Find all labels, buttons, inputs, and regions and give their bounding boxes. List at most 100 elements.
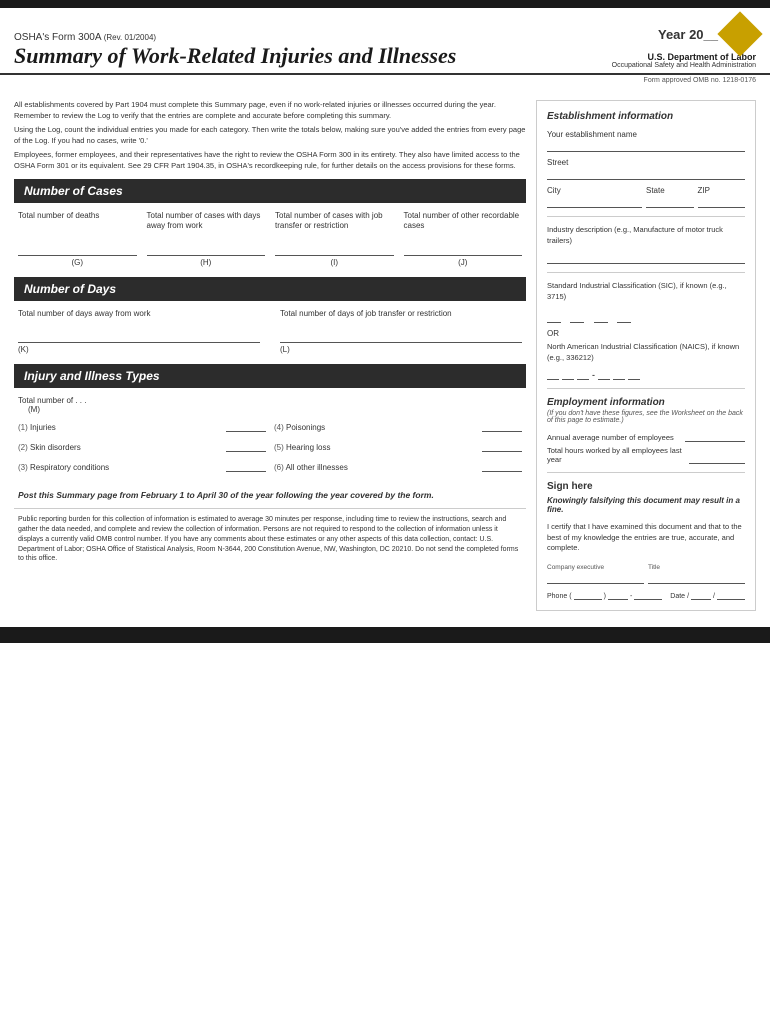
cases-col-days: Total number of cases with days away fro… [147, 211, 266, 232]
injury-label-3: (3) Respiratory conditions [18, 463, 226, 472]
days-code-k: (K) [18, 345, 260, 354]
injury-input-5[interactable] [482, 438, 522, 452]
form-id: OSHA's Form 300A [14, 32, 101, 43]
cases-lines [14, 240, 526, 256]
omb-number: Form approved OMB no. 1218-0176 [0, 77, 770, 84]
sign-phone-prefix[interactable] [608, 588, 628, 600]
bottom-bar [0, 627, 770, 643]
employ-title: Employment information [547, 397, 745, 408]
cases-section-header: Number of Cases [14, 179, 526, 203]
sign-phone-date-row: Phone ( ) - Date / / [547, 588, 745, 600]
injury-item-4: (4) Poisonings [274, 418, 522, 432]
sign-date-year[interactable] [717, 588, 745, 600]
avg-employees-label: Annual average number of employees [547, 433, 674, 442]
avg-employees-row: Annual average number of employees [547, 430, 745, 442]
sign-title-label: Title [648, 564, 745, 571]
cases-input-i[interactable] [275, 240, 394, 256]
intro-para1: All establishments covered by Part 1904 … [14, 100, 526, 121]
cases-codes: (G) (H) (I) (J) [14, 258, 526, 267]
or-text: OR [547, 329, 745, 338]
estab-zip-label: ZIP [698, 186, 746, 195]
total-hours-label: Total hours worked by all employees last… [547, 446, 689, 464]
establishment-info: Establishment information Your establish… [547, 111, 745, 380]
intro-para3: Employees, former employees, and their r… [14, 150, 526, 171]
sign-date-month[interactable] [691, 588, 711, 600]
estab-state-label: State [646, 186, 694, 195]
number-of-days-section: Number of Days Total number of days away… [14, 277, 526, 354]
injury-right-col: (4) Poisonings (5) Hearing loss (6) All … [274, 418, 522, 478]
injury-item-5: (5) Hearing loss [274, 438, 522, 452]
estab-state-input[interactable] [646, 196, 694, 208]
injury-input-1[interactable] [226, 418, 266, 432]
sign-date-label: Date [670, 593, 685, 600]
injury-label-5: (5) Hearing loss [274, 443, 482, 452]
sign-here-section: Sign here Knowingly falsifying this docu… [547, 481, 745, 600]
injury-item-3: (3) Respiratory conditions [18, 458, 266, 472]
injury-input-4[interactable] [482, 418, 522, 432]
employment-info: Employment information (If you don't hav… [547, 397, 745, 464]
injury-input-6[interactable] [482, 458, 522, 472]
cases-input-g[interactable] [18, 240, 137, 256]
dept-info: U.S. Department of Labor Occupational Sa… [612, 52, 756, 69]
sign-phone-area[interactable] [574, 588, 602, 600]
injury-input-2[interactable] [226, 438, 266, 452]
days-col-away: Total number of days away from work [18, 309, 260, 319]
avg-employees-input[interactable] [685, 430, 745, 442]
sign-phone-number[interactable] [634, 588, 662, 600]
injury-grid: (1) Injuries (2) Skin disorders (3) Resp… [14, 418, 526, 478]
sign-exec-input[interactable] [547, 572, 644, 584]
estab-title: Establishment information [547, 111, 745, 122]
injury-label-2: (2) Skin disorders [18, 443, 226, 452]
days-col-transfer: Total number of days of job transfer or … [280, 309, 522, 319]
estab-name-input[interactable] [547, 140, 745, 152]
estab-city-label: City [547, 186, 642, 195]
form-name: OSHA's Form 300A (Rev. 01/2004) [14, 32, 456, 43]
cases-code-g: (G) [18, 258, 137, 267]
days-lines [14, 327, 526, 343]
cases-input-h[interactable] [147, 240, 266, 256]
divider-4 [547, 472, 745, 473]
days-input-k[interactable] [18, 327, 260, 343]
cases-col-other: Total number of other recordable cases [404, 211, 523, 232]
cases-code-i: (I) [275, 258, 394, 267]
cases-code-j: (J) [404, 258, 523, 267]
sign-date-part: Date / / [670, 588, 745, 600]
days-section-header: Number of Days [14, 277, 526, 301]
bottom-notice: Public reporting burden for this collect… [14, 508, 526, 564]
divider-2 [547, 272, 745, 273]
injury-illness-section: Injury and Illness Types Total number of… [14, 364, 526, 478]
injury-input-3[interactable] [226, 458, 266, 472]
injury-item-6: (6) All other illnesses [274, 458, 522, 472]
header-right: Year 20__ U.S. Department of Labor Occup… [612, 18, 756, 69]
days-columns: Total number of days away from work Tota… [14, 309, 526, 319]
sign-exec-field: Company executive [547, 564, 644, 584]
days-code-l: (L) [280, 345, 522, 354]
sign-title-input[interactable] [648, 572, 745, 584]
sign-phone-label: Phone [547, 593, 567, 600]
estab-zip-input[interactable] [698, 196, 746, 208]
total-hours-input[interactable] [689, 452, 745, 464]
main-content: All establishments covered by Part 1904 … [0, 88, 770, 619]
header-area: OSHA's Form 300A (Rev. 01/2004) Summary … [0, 8, 770, 75]
injury-code-m: (M) [28, 405, 40, 414]
form-title: Summary of Work-Related Injuries and Ill… [14, 43, 456, 69]
injury-left-col: (1) Injuries (2) Skin disorders (3) Resp… [18, 418, 266, 478]
days-input-l[interactable] [280, 327, 522, 343]
industry-input[interactable] [547, 252, 745, 264]
osha-form-page: OSHA's Form 300A (Rev. 01/2004) Summary … [0, 0, 770, 1024]
naics-dashes: - [547, 369, 745, 380]
naics-label: North American Industrial Classification… [547, 342, 745, 363]
sign-warning: Knowingly falsifying this document may r… [547, 496, 745, 514]
estab-street-input[interactable] [547, 168, 745, 180]
estab-street-label: Street [547, 158, 745, 167]
divider-1 [547, 216, 745, 217]
cases-input-j[interactable] [404, 240, 523, 256]
sign-title-field: Title [648, 564, 745, 584]
intro-para2: Using the Log, count the individual entr… [14, 125, 526, 146]
dept-sub: Occupational Safety and Health Administr… [612, 62, 756, 69]
injury-item-2: (2) Skin disorders [18, 438, 266, 452]
sign-exec-row: Company executive Title [547, 564, 745, 584]
year-badge: Year 20__ [658, 27, 718, 42]
estab-city-input[interactable] [547, 196, 642, 208]
total-hours-row: Total hours worked by all employees last… [547, 446, 745, 464]
